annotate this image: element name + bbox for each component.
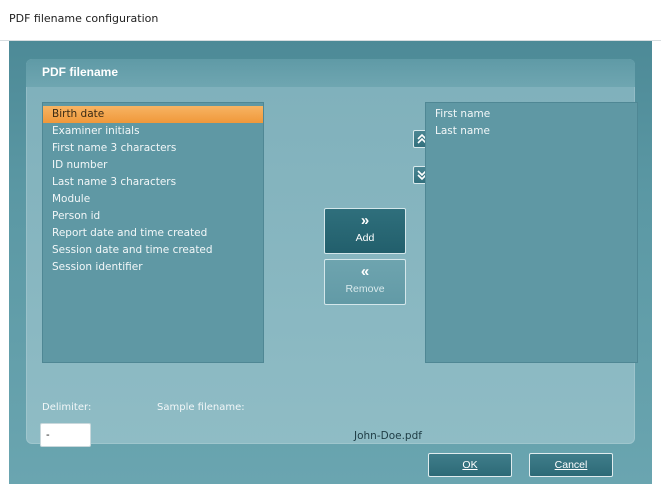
double-chevron-left-icon: « bbox=[360, 263, 370, 280]
available-list-item[interactable]: Session identifier bbox=[43, 259, 263, 276]
delimiter-label: Delimiter: bbox=[42, 402, 92, 413]
available-list-item[interactable]: Examiner initials bbox=[43, 123, 263, 140]
available-list-item[interactable]: Person id bbox=[43, 208, 263, 225]
selected-list-item[interactable]: First name bbox=[426, 106, 637, 123]
title-bar: PDF filename configuration bbox=[0, 0, 661, 41]
add-button-label: Add bbox=[355, 232, 375, 244]
available-list-item[interactable]: Report date and time created bbox=[43, 225, 263, 242]
available-list-item[interactable]: Session date and time created bbox=[43, 242, 263, 259]
sample-filename-label: Sample filename: bbox=[157, 402, 245, 413]
available-list-item[interactable]: Module bbox=[43, 191, 263, 208]
remove-button-label: Remove bbox=[345, 283, 385, 295]
panel-header: PDF filename bbox=[26, 59, 635, 87]
available-fields-list[interactable]: Birth date Examiner initials First name 3 … bbox=[42, 102, 264, 363]
delimiter-input[interactable] bbox=[40, 423, 91, 447]
available-list-item[interactable]: Last name 3 characters bbox=[43, 174, 263, 191]
window-title: PDF filename configuration bbox=[9, 12, 159, 25]
remove-button[interactable]: « Remove bbox=[324, 259, 406, 305]
pdf-filename-panel: PDF filename Birth date Examiner initials… bbox=[26, 59, 638, 447]
available-list-item[interactable]: First name 3 characters bbox=[43, 140, 263, 157]
panel-title: PDF filename bbox=[42, 65, 119, 79]
cancel-button[interactable]: Cancel bbox=[529, 453, 613, 477]
sample-filename-value: John-Doe.pdf bbox=[354, 430, 422, 442]
available-list-item[interactable]: Birth date bbox=[43, 106, 263, 123]
selected-list-item[interactable]: Last name bbox=[426, 123, 637, 140]
ok-button[interactable]: OK bbox=[428, 453, 512, 477]
available-list-item[interactable]: ID number bbox=[43, 157, 263, 174]
dialog-body: PDF filename Birth date Examiner initials… bbox=[9, 41, 652, 484]
selected-fields-list[interactable]: First name Last name bbox=[425, 102, 638, 363]
add-button[interactable]: » Add bbox=[324, 208, 406, 254]
double-chevron-right-icon: » bbox=[360, 212, 370, 229]
